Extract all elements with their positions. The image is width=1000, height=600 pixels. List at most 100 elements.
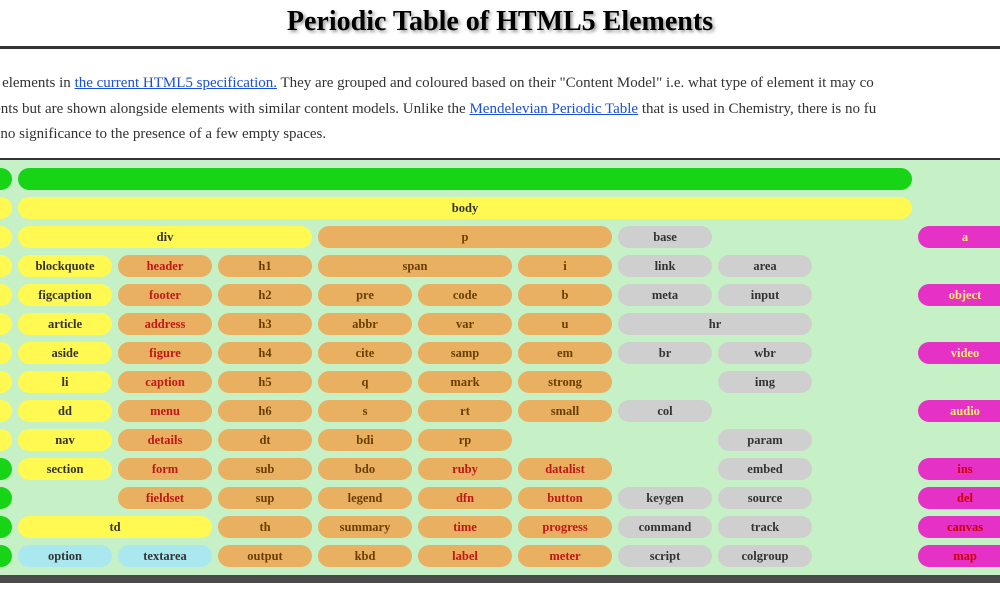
el-audio[interactable]: audio: [918, 400, 1000, 422]
el-fieldset[interactable]: fieldset: [118, 487, 212, 509]
el-param[interactable]: param: [718, 429, 812, 451]
el-i[interactable]: i: [518, 255, 612, 277]
el-code[interactable]: code: [418, 284, 512, 306]
el-bdi[interactable]: bdi: [318, 429, 412, 451]
el-abbr[interactable]: abbr: [318, 313, 412, 335]
el-h2[interactable]: h2: [218, 284, 312, 306]
el-progress[interactable]: progress: [518, 516, 612, 538]
el-object[interactable]: object: [918, 284, 1000, 306]
el-address[interactable]: address: [118, 313, 212, 335]
el-h5[interactable]: h5: [218, 371, 312, 393]
empty-cell: [718, 226, 812, 248]
el-option[interactable]: option: [18, 545, 112, 567]
el-h6[interactable]: h6: [218, 400, 312, 422]
el-meta[interactable]: meta: [618, 284, 712, 306]
el-p[interactable]: p: [318, 226, 612, 248]
el-blockquote[interactable]: blockquote: [18, 255, 112, 277]
el-embed[interactable]: embed: [718, 458, 812, 480]
el-body[interactable]: body: [18, 197, 912, 219]
el-button[interactable]: button: [518, 487, 612, 509]
el-figure[interactable]: figure: [118, 342, 212, 364]
el-img[interactable]: img: [718, 371, 812, 393]
el-b[interactable]: b: [518, 284, 612, 306]
el-ruby[interactable]: ruby: [418, 458, 512, 480]
el-footer[interactable]: footer: [118, 284, 212, 306]
empty-cell: [818, 545, 912, 567]
el-ame[interactable]: ame: [0, 226, 12, 248]
el-h1[interactable]: h1: [218, 255, 312, 277]
el-span[interactable]: span: [318, 255, 512, 277]
el-summary[interactable]: summary: [318, 516, 412, 538]
el-script[interactable]: script: [618, 545, 712, 567]
el-dd[interactable]: dd: [18, 400, 112, 422]
el-canvas[interactable]: canvas: [918, 516, 1000, 538]
el-s[interactable]: s: [318, 400, 412, 422]
el-ins[interactable]: ins: [918, 458, 1000, 480]
el-rp[interactable]: rp: [418, 429, 512, 451]
el-small[interactable]: small: [518, 400, 612, 422]
el-bdo[interactable]: bdo: [318, 458, 412, 480]
el-sub[interactable]: sub: [218, 458, 312, 480]
el-caption[interactable]: caption: [118, 371, 212, 393]
el-meter[interactable]: meter: [518, 545, 612, 567]
el-sup[interactable]: sup: [218, 487, 312, 509]
el-legend[interactable]: legend: [318, 487, 412, 509]
el-link[interactable]: link: [618, 255, 712, 277]
el-keygen[interactable]: keygen: [618, 487, 712, 509]
el-ot[interactable]: ot: [0, 487, 12, 509]
el-td[interactable]: td: [18, 516, 212, 538]
el-li[interactable]: li: [18, 371, 112, 393]
el-strong[interactable]: strong: [518, 371, 612, 393]
el-th[interactable]: th: [218, 516, 312, 538]
el-section[interactable]: section: [18, 458, 112, 480]
el-del[interactable]: del: [918, 487, 1000, 509]
el-area[interactable]: area: [718, 255, 812, 277]
el-video[interactable]: video: [918, 342, 1000, 364]
el-col[interactable]: col: [618, 400, 712, 422]
el-input[interactable]: input: [718, 284, 812, 306]
link-spec[interactable]: the current HTML5 specification.: [75, 75, 277, 91]
el-em[interactable]: em: [518, 342, 612, 364]
el-header[interactable]: header: [118, 255, 212, 277]
el-samp[interactable]: samp: [418, 342, 512, 364]
empty-cell: [718, 400, 812, 422]
el-form[interactable]: form: [118, 458, 212, 480]
el-datalist[interactable]: datalist: [518, 458, 612, 480]
el-kbd[interactable]: kbd: [318, 545, 412, 567]
el-article[interactable]: article: [18, 313, 112, 335]
el-menu[interactable]: menu: [118, 400, 212, 422]
el-q[interactable]: q: [318, 371, 412, 393]
el-dfn[interactable]: dfn: [418, 487, 512, 509]
el-aside[interactable]: aside: [18, 342, 112, 364]
el-var[interactable]: var: [418, 313, 512, 335]
el-time[interactable]: time: [418, 516, 512, 538]
el-mark[interactable]: mark: [418, 371, 512, 393]
el-h4[interactable]: h4: [218, 342, 312, 364]
el-dt[interactable]: dt: [218, 429, 312, 451]
el-details[interactable]: details: [118, 429, 212, 451]
el-textarea[interactable]: textarea: [118, 545, 212, 567]
link-mendelevian[interactable]: Mendelevian Periodic Table: [469, 101, 638, 117]
el-nav[interactable]: nav: [18, 429, 112, 451]
el-base[interactable]: base: [618, 226, 712, 248]
el-wbr[interactable]: wbr: [718, 342, 812, 364]
el-map[interactable]: map: [918, 545, 1000, 567]
el-figcaption[interactable]: figcaption: [18, 284, 112, 306]
el-command[interactable]: command: [618, 516, 712, 538]
el-source[interactable]: source: [718, 487, 812, 509]
el-hr[interactable]: hr: [618, 313, 812, 335]
el-pre[interactable]: pre: [318, 284, 412, 306]
el-u[interactable]: u: [518, 313, 612, 335]
el-r[interactable]: r: [0, 516, 12, 538]
el-output[interactable]: output: [218, 545, 312, 567]
el-cite[interactable]: cite: [318, 342, 412, 364]
el-h3[interactable]: h3: [218, 313, 312, 335]
el-track[interactable]: track: [718, 516, 812, 538]
el-rt[interactable]: rt: [418, 400, 512, 422]
el-label[interactable]: label: [418, 545, 512, 567]
el-colgroup[interactable]: colgroup: [718, 545, 812, 567]
el-br[interactable]: br: [618, 342, 712, 364]
el-a[interactable]: a: [918, 226, 1000, 248]
el-roup[interactable]: roup: [0, 545, 12, 567]
el-div[interactable]: div: [18, 226, 312, 248]
